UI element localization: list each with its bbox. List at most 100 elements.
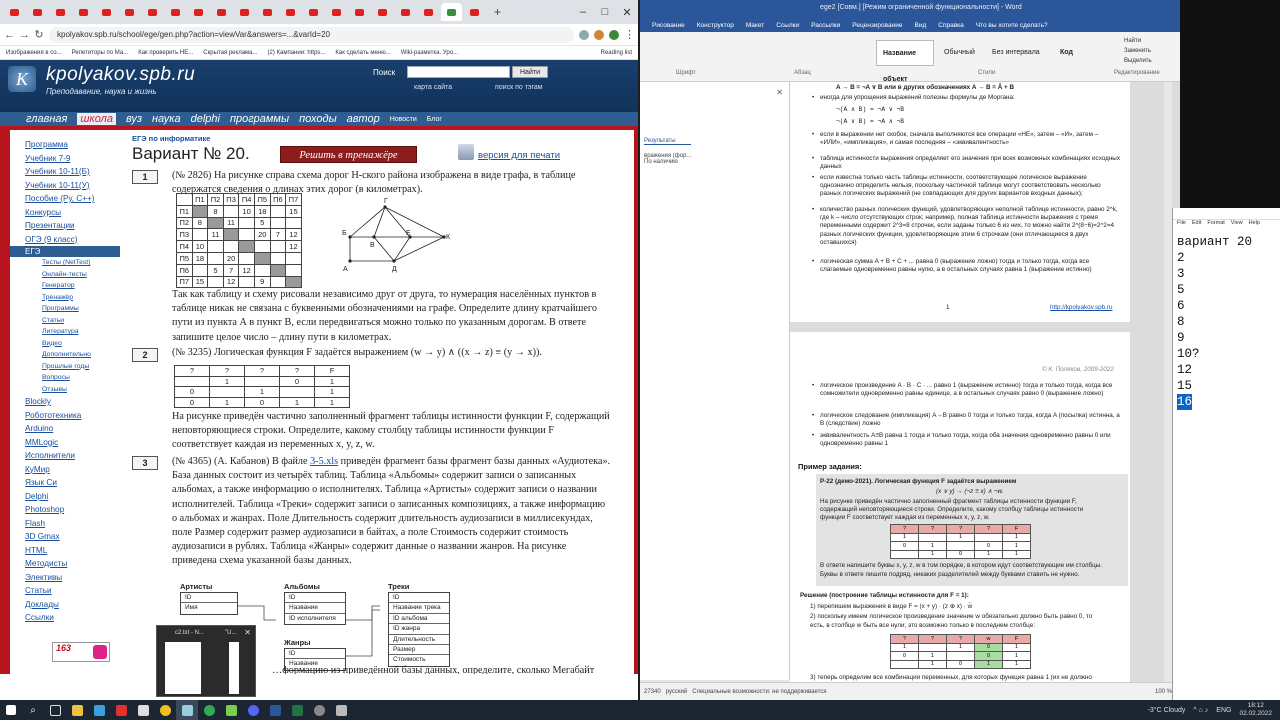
excel-icon[interactable] xyxy=(286,700,308,720)
menu-edit[interactable]: Edit xyxy=(1192,220,1201,230)
browser-tab[interactable] xyxy=(73,3,94,21)
selected-text[interactable]: 16 xyxy=(1177,394,1193,410)
browser-tab[interactable] xyxy=(96,3,117,21)
ribbon-tab[interactable]: Ссылки xyxy=(776,22,799,29)
sidebar-link[interactable]: Робототехника xyxy=(10,409,120,423)
nav-author[interactable]: автор xyxy=(347,113,380,125)
sidebar-sublink[interactable]: Прошлые годы xyxy=(10,361,120,373)
tags-search-link[interactable]: поиск по тэгам xyxy=(495,84,543,91)
language-indicator[interactable]: ENG xyxy=(1216,707,1231,714)
ribbon-tab[interactable]: Справка xyxy=(938,22,964,29)
chrome-icon[interactable] xyxy=(154,700,176,720)
browser-tab[interactable] xyxy=(119,3,140,21)
sidebar-link[interactable]: Учебник 7-9 xyxy=(10,152,120,166)
menu-file[interactable]: File xyxy=(1177,220,1186,230)
sidebar-sublink[interactable]: Видео xyxy=(10,338,120,350)
solve-in-trainer-button[interactable]: Решить в тренажёре xyxy=(280,146,417,163)
sidebar-sublink[interactable]: Тесты (NetTest) xyxy=(10,257,120,269)
app-icon[interactable] xyxy=(242,700,264,720)
browser-tab[interactable] xyxy=(165,3,186,21)
select-button[interactable]: Выделить xyxy=(1124,56,1152,66)
new-tab-button[interactable]: + xyxy=(487,3,508,21)
sidebar-item-ege[interactable]: ЕГЭ xyxy=(10,246,120,257)
bookmark[interactable]: (2) Кампании: https... xyxy=(268,50,326,56)
sidebar-link[interactable]: Презентации xyxy=(10,219,120,233)
sidebar-link[interactable]: Delphi xyxy=(10,490,120,504)
app-icon[interactable] xyxy=(88,700,110,720)
nav-programs[interactable]: программы xyxy=(230,113,289,125)
sidebar-link[interactable]: Photoshop xyxy=(10,503,120,517)
vertical-scrollbar[interactable] xyxy=(1164,82,1172,682)
ribbon-tab[interactable]: Конструктор xyxy=(697,22,734,29)
app-icon[interactable] xyxy=(132,700,154,720)
sidebar-link[interactable]: ОГЭ (9 класс) xyxy=(10,233,120,247)
sidebar-link[interactable]: 3D Gmax xyxy=(10,530,120,544)
sidebar-sublink[interactable]: Вопросы xyxy=(10,372,120,384)
weather-widget[interactable]: -3°C Cloudy xyxy=(1148,707,1186,714)
sidebar-link[interactable]: Конкурсы xyxy=(10,206,120,220)
sidebar-link[interactable]: Элективы xyxy=(10,571,120,585)
sidebar-link[interactable]: MMLogic xyxy=(10,436,120,450)
bookmark[interactable]: Изображения в со... xyxy=(6,50,62,56)
tray-icons[interactable]: ^ ⌂ ♪ xyxy=(1193,707,1208,714)
windows-start-icon[interactable] xyxy=(0,700,22,720)
search-input[interactable] xyxy=(407,66,510,78)
menu-format[interactable]: Format xyxy=(1207,220,1224,230)
browser-tab[interactable] xyxy=(4,3,25,21)
search-icon[interactable]: ⌕ xyxy=(22,700,44,720)
ribbon-tab[interactable]: Вид xyxy=(915,22,927,29)
nav-result-item[interactable]: По наличию xyxy=(644,159,691,165)
browser-tab[interactable] xyxy=(257,3,278,21)
status-accessibility[interactable]: Специальные возможности: не поддерживает… xyxy=(692,689,826,695)
menu-view[interactable]: View xyxy=(1231,220,1243,230)
thumbnail-preview[interactable] xyxy=(229,642,239,694)
sidebar-link[interactable]: Blockly xyxy=(10,395,120,409)
document-page[interactable]: © К. Поляков, 2009-2022 логическое произ… xyxy=(790,332,1130,682)
sidebar-sublink[interactable]: Литература xyxy=(10,326,120,338)
app-icon[interactable] xyxy=(330,700,352,720)
task-view-icon[interactable] xyxy=(44,700,66,720)
site-title[interactable]: kpolyakov.spb.ru xyxy=(46,64,195,86)
clock[interactable]: 18:12 02.02.2022 xyxy=(1239,702,1272,718)
file-link[interactable]: 3-5.xls xyxy=(310,456,338,467)
sidebar-sublink[interactable]: Статьи xyxy=(10,315,120,327)
style-code[interactable]: Код xyxy=(1054,40,1094,66)
browser-tab[interactable] xyxy=(326,3,347,21)
browser-tab[interactable] xyxy=(418,3,439,21)
nav-results-tab[interactable]: Результаты xyxy=(644,138,692,145)
footer-link[interactable]: http://kpolyakov.spb.ru xyxy=(1050,304,1113,311)
close-icon[interactable]: ✕ xyxy=(776,88,783,97)
bookmark[interactable]: Скрытая реклама... xyxy=(203,50,257,56)
browser-tab[interactable] xyxy=(27,3,48,21)
sidebar-link[interactable]: Ссылки xyxy=(10,611,120,625)
reload-icon[interactable]: ↻ xyxy=(34,28,44,41)
ribbon-tab[interactable]: Макет xyxy=(746,22,764,29)
word-icon[interactable] xyxy=(264,700,286,720)
sidebar-sublink[interactable]: Тренажёр xyxy=(10,292,120,304)
style-no-spacing[interactable]: Без интервала xyxy=(986,40,1052,66)
sidebar-link[interactable]: HTML xyxy=(10,544,120,558)
sidebar-link[interactable]: Методисты xyxy=(10,557,120,571)
print-version-link[interactable]: версия для печати xyxy=(478,150,560,161)
url-field[interactable]: kpolyakov.spb.ru/school/ege/gen.php?acti… xyxy=(49,26,574,43)
style-normal[interactable]: Обычный xyxy=(938,40,988,66)
extension-icon[interactable] xyxy=(579,29,589,40)
menu-icon[interactable]: ⋮ xyxy=(624,28,635,41)
app-icon[interactable] xyxy=(308,700,330,720)
browser-tab[interactable] xyxy=(349,3,370,21)
sidebar-link[interactable]: Статьи xyxy=(10,584,120,598)
sidebar-link[interactable]: Язык Си xyxy=(10,476,120,490)
status-language[interactable]: русский xyxy=(666,689,688,695)
ribbon-tab[interactable]: Рассылки xyxy=(811,22,840,29)
document-page[interactable]: A → B = ¬A ∨ B или в других обозначениях… xyxy=(790,82,1130,322)
close-icon[interactable]: ✕ xyxy=(616,6,638,19)
sitemap-link[interactable]: карта сайта xyxy=(414,84,452,91)
browser-tab[interactable] xyxy=(50,3,71,21)
browser-tab[interactable] xyxy=(142,3,163,21)
tell-me-search[interactable]: Что вы хотите сделать? xyxy=(976,22,1048,29)
sidebar-sublink[interactable]: Онлайн-тесты xyxy=(10,269,120,281)
browser-tab[interactable] xyxy=(303,3,324,21)
forward-icon[interactable]: → xyxy=(19,29,30,41)
browser-tab[interactable] xyxy=(464,3,485,21)
browser-tab[interactable] xyxy=(188,3,209,21)
